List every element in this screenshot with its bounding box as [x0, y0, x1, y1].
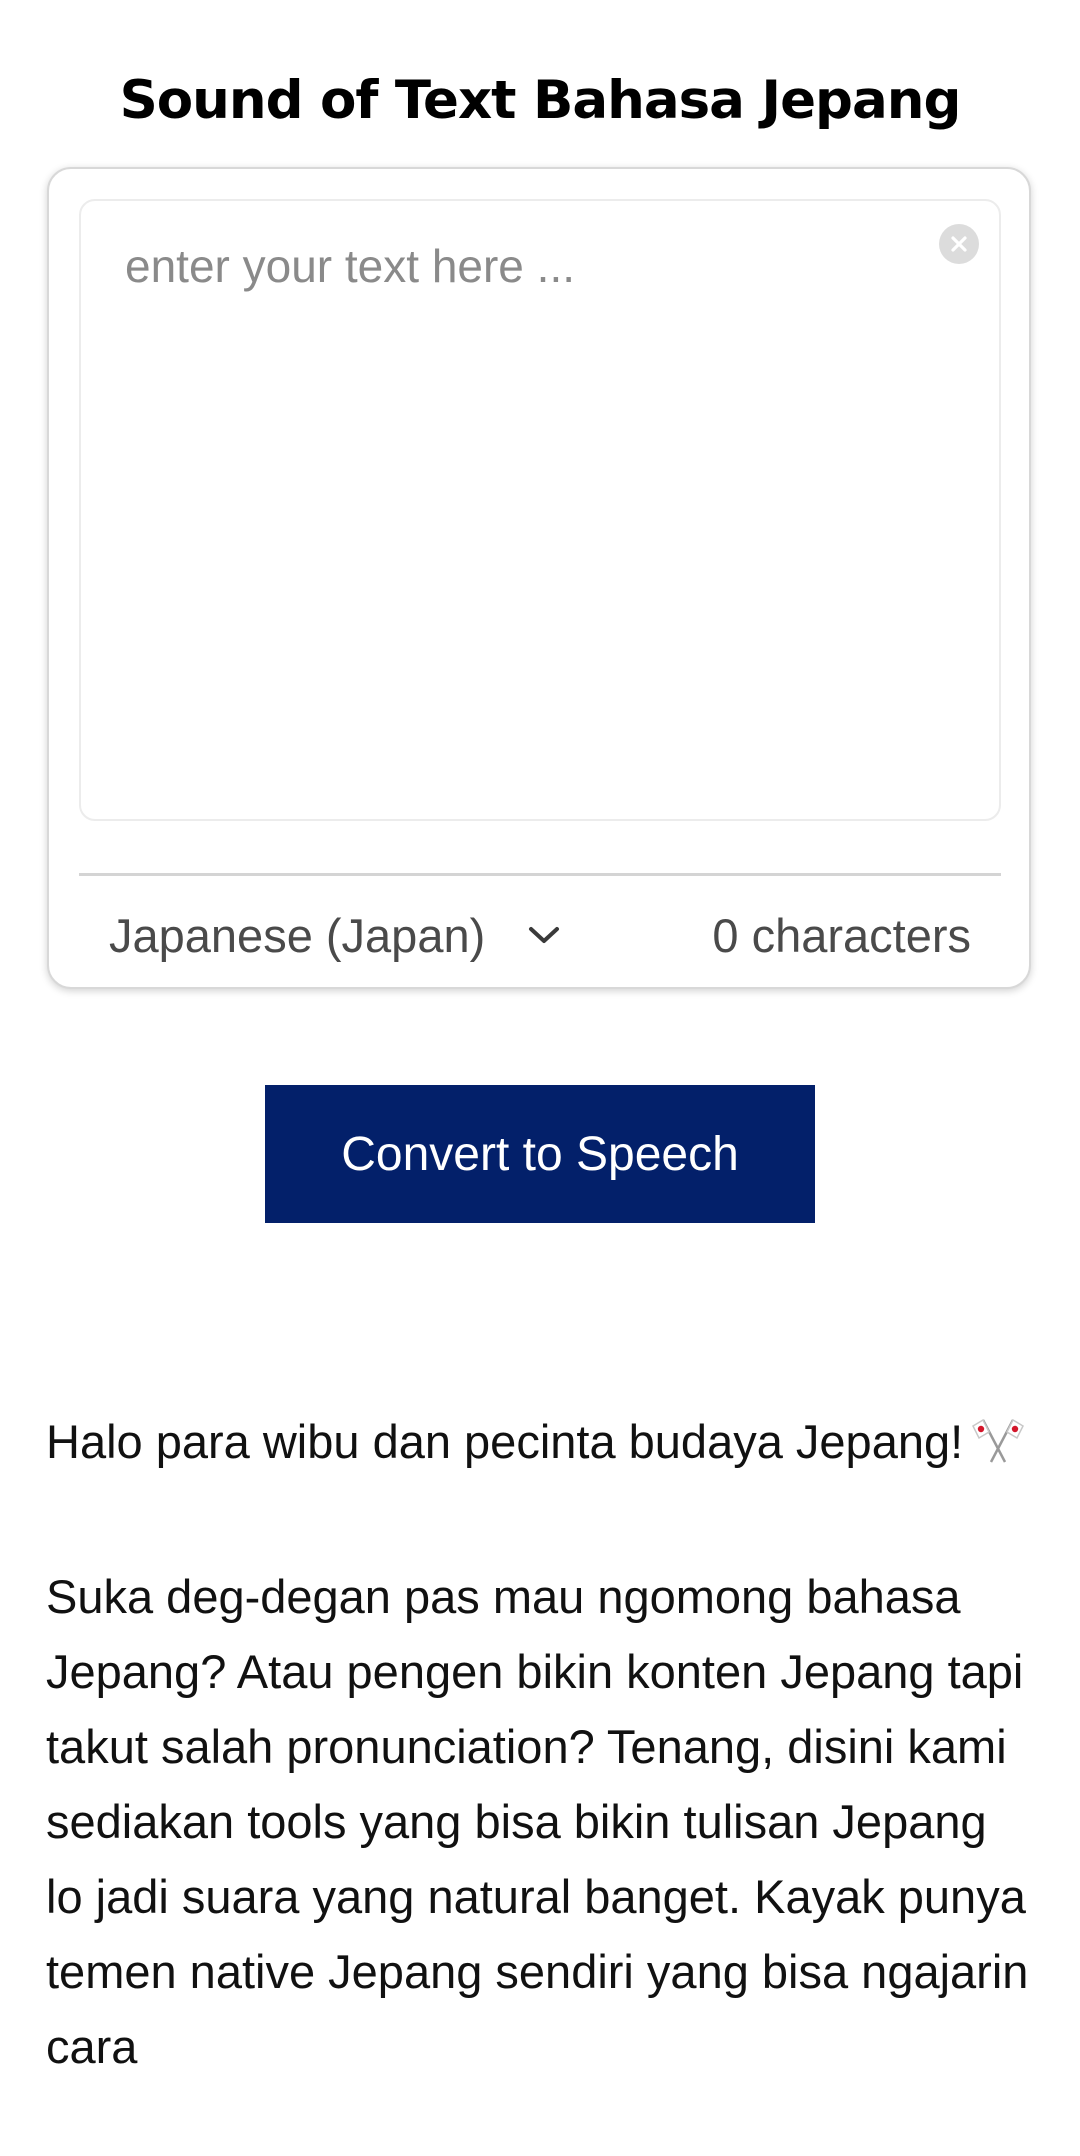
convert-to-speech-button[interactable]: Convert to Speech — [265, 1085, 815, 1223]
divider — [79, 873, 1001, 876]
page-title: Sound of Text Bahasa Jepang — [119, 69, 962, 131]
body-paragraph: Suka deg-degan pas mau ngomong bahasa Je… — [46, 1570, 1029, 2073]
language-select[interactable]: Japanese (Japan) — [109, 887, 561, 983]
clear-text-button[interactable] — [939, 224, 979, 264]
crossed-japan-flags-icon — [971, 1412, 1025, 1487]
text-editor-card: Japanese (Japan) 0 characters — [47, 167, 1031, 989]
chevron-down-icon — [527, 925, 561, 945]
article-content: Halo para wibu dan pecinta budaya Jepang… — [46, 1404, 1036, 2156]
intro-text: Halo para wibu dan pecinta budaya Jepang… — [46, 1415, 964, 1468]
close-circle-icon — [951, 236, 967, 252]
text-input[interactable] — [79, 199, 1001, 821]
language-select-value: Japanese (Japan) — [109, 908, 486, 962]
intro-paragraph: Halo para wibu dan pecinta budaya Jepang… — [46, 1404, 1036, 1487]
character-count: 0 characters — [712, 908, 971, 962]
